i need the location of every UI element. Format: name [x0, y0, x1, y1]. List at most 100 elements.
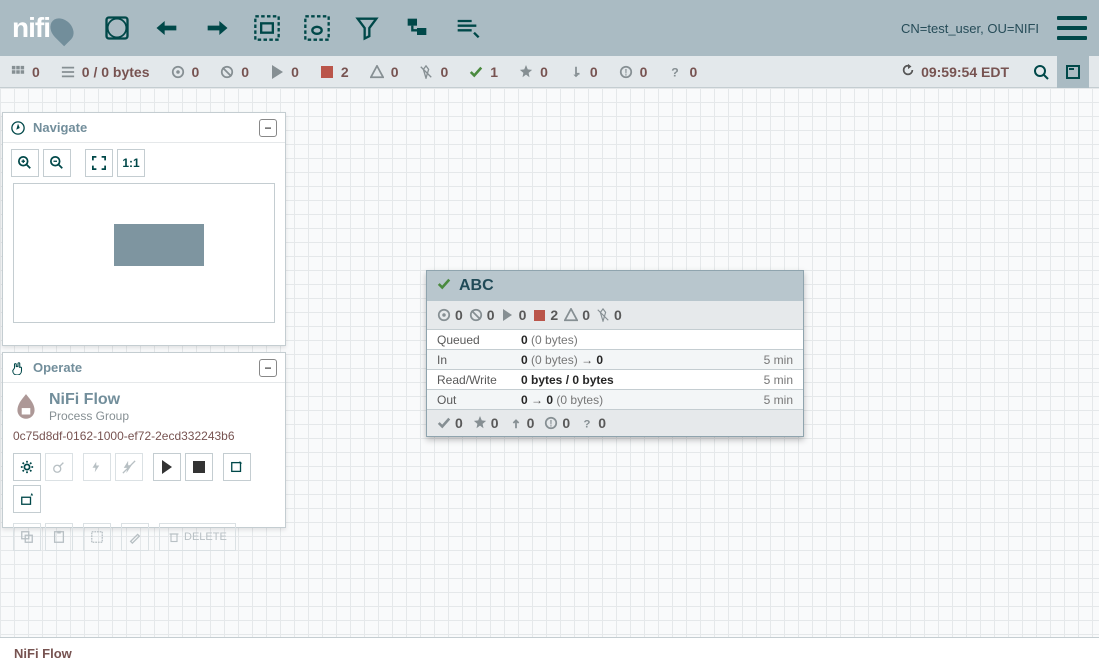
navigate-tools: 1:1 — [3, 143, 285, 183]
operate-uuid: 0c75d8df-0162-1000-ef72-2ecd332243b6 — [13, 429, 275, 443]
refresh-icon — [901, 63, 915, 80]
disabled-icon — [596, 308, 610, 322]
pg-row-queued: Queued 0 (0 bytes) — [427, 330, 803, 350]
pg-stats-bar: 0 0 0 2 0 0 — [427, 301, 803, 329]
queued-stat: 0 / 0 bytes — [60, 64, 150, 80]
navigate-title: Navigate — [33, 120, 87, 135]
zoom-fit-button[interactable] — [85, 149, 113, 177]
check-icon — [437, 277, 451, 296]
operate-flow-type: Process Group — [49, 409, 129, 423]
delete-button: DELETE — [159, 523, 236, 551]
not-transmitting-icon — [219, 64, 235, 80]
current-user: CN=test_user, OU=NIFI — [901, 21, 1039, 36]
transmitting-icon — [170, 64, 186, 80]
pg-versioned: 0 — [437, 415, 463, 431]
start-button[interactable] — [153, 453, 181, 481]
operate-collapse-button[interactable]: − — [259, 359, 277, 377]
operate-title: Operate — [33, 360, 82, 375]
asterisk-icon — [473, 416, 487, 430]
disabled-icon — [418, 64, 434, 80]
pg-sync-failure: ?0 — [580, 415, 606, 431]
running-icon — [501, 308, 515, 322]
add-processor-button[interactable] — [98, 9, 136, 47]
transmitting-icon — [437, 308, 451, 322]
stale-icon — [568, 64, 584, 80]
pg-invalid: 0 — [564, 307, 590, 323]
pg-row-out: Out 0 → 0 (0 bytes) 5 min — [427, 390, 803, 410]
running-stat: 0 — [269, 64, 299, 80]
status-bar: 0 0 / 0 bytes 0 0 0 2 0 0 1 0 0 !0 ?0 09… — [0, 56, 1099, 88]
header-toolbar: nifi CN=test_user, OU=NIFI — [0, 0, 1099, 56]
color-button — [121, 523, 149, 551]
pg-stale: 0 — [509, 415, 535, 431]
stale-stat: 0 — [568, 64, 598, 80]
pg-disabled: 0 — [596, 307, 622, 323]
create-template-button[interactable] — [223, 453, 251, 481]
search-button[interactable] — [1025, 56, 1057, 88]
global-menu-button[interactable] — [1057, 16, 1087, 40]
birdseye-view[interactable] — [13, 183, 275, 323]
last-refresh: 09:59:54 EDT — [901, 63, 1009, 80]
question-icon: ? — [580, 416, 594, 430]
not-transmitting-stat: 0 — [219, 64, 249, 80]
locally-modified-icon — [518, 64, 534, 80]
group-button — [83, 523, 111, 551]
info-icon: ! — [544, 416, 558, 430]
up-to-date-stat: 1 — [468, 64, 498, 80]
transmitting-stat: 0 — [170, 64, 200, 80]
threads-icon — [10, 64, 26, 80]
disable-button — [115, 453, 143, 481]
pg-row-rw: Read/Write 0 bytes / 0 bytes 5 min — [427, 370, 803, 390]
active-threads-stat: 0 — [10, 64, 40, 80]
add-label-button[interactable] — [448, 9, 486, 47]
stopped-stat: 2 — [319, 64, 349, 80]
locally-modified-stat: 0 — [518, 64, 548, 80]
upload-template-button[interactable] — [13, 485, 41, 513]
enable-button — [83, 453, 111, 481]
queued-icon — [60, 64, 76, 80]
add-funnel-button[interactable] — [348, 9, 386, 47]
add-input-port-button[interactable] — [148, 9, 186, 47]
navigate-panel: Navigate − 1:1 — [2, 112, 286, 346]
svg-text:!: ! — [550, 419, 553, 429]
zoom-actual-button[interactable]: 1:1 — [117, 149, 145, 177]
add-remote-process-group-button[interactable] — [298, 9, 336, 47]
process-group-component[interactable]: ABC 0 0 0 2 0 0 Queued 0 (0 bytes) In 0 … — [426, 270, 804, 437]
pg-not-transmitting: 0 — [469, 307, 495, 323]
operate-header: Operate − — [3, 353, 285, 383]
navigate-collapse-button[interactable]: − — [259, 119, 277, 137]
navigate-header: Navigate − — [3, 113, 285, 143]
pg-name: ABC — [459, 277, 494, 295]
pg-transmitting: 0 — [437, 307, 463, 323]
invalid-stat: 0 — [369, 64, 399, 80]
hand-icon — [11, 361, 25, 375]
compass-icon — [11, 121, 25, 135]
zoom-in-button[interactable] — [11, 149, 39, 177]
logo-text: nifi — [12, 12, 50, 44]
add-process-group-button[interactable] — [248, 9, 286, 47]
bulletin-board-button[interactable] — [1057, 56, 1089, 88]
disabled-stat: 0 — [418, 64, 448, 80]
stopped-icon — [319, 64, 335, 80]
invalid-icon — [564, 308, 578, 322]
not-transmitting-icon — [469, 308, 483, 322]
zoom-out-button[interactable] — [43, 149, 71, 177]
breadcrumb-root[interactable]: NiFi Flow — [14, 646, 72, 661]
add-template-button[interactable] — [398, 9, 436, 47]
configure-button[interactable] — [13, 453, 41, 481]
pg-locally-modified-stale: !0 — [544, 415, 570, 431]
svg-text:?: ? — [672, 65, 679, 79]
unknown-icon: ? — [667, 64, 683, 80]
add-output-port-button[interactable] — [198, 9, 236, 47]
breadcrumb-bar: NiFi Flow — [0, 637, 1099, 669]
sync-failure-icon: ! — [618, 64, 634, 80]
variable-registry-button — [45, 453, 73, 481]
pg-running: 0 — [501, 307, 527, 323]
svg-text:!: ! — [624, 67, 627, 77]
operate-panel: Operate − NiFi Flow Process Group 0c75d8… — [2, 352, 286, 528]
pg-footer-bar: 0 0 0 !0 ?0 — [427, 410, 803, 436]
check-icon — [437, 416, 451, 430]
stop-button[interactable] — [185, 453, 213, 481]
stopped-icon — [532, 308, 546, 322]
paste-button — [45, 523, 73, 551]
